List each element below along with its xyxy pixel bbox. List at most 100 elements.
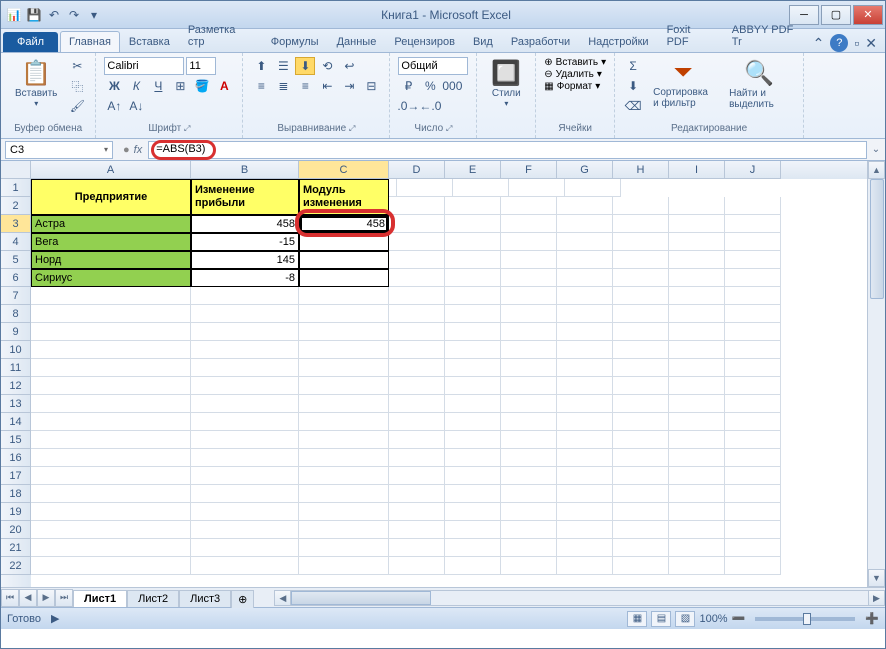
row-header-13[interactable]: 13 [1, 395, 31, 413]
increase-decimal-icon[interactable]: .0→ [398, 97, 418, 115]
cell[interactable] [557, 287, 613, 305]
row-header-7[interactable]: 7 [1, 287, 31, 305]
cell[interactable] [445, 305, 501, 323]
number-dialog-launcher[interactable]: ⤢ [446, 124, 452, 133]
cell[interactable] [389, 395, 445, 413]
cell[interactable] [191, 377, 299, 395]
format-cells-button[interactable]: ▦Формат ▾ [544, 81, 600, 92]
cell[interactable] [613, 395, 669, 413]
tab-insert[interactable]: Вставка [120, 31, 179, 52]
cell[interactable] [389, 377, 445, 395]
cell[interactable] [613, 287, 669, 305]
cell[interactable] [389, 269, 445, 287]
cell[interactable] [191, 359, 299, 377]
align-bottom-icon[interactable]: ⬇ [295, 57, 315, 75]
cell[interactable] [501, 233, 557, 251]
help-icon[interactable]: ? [830, 34, 848, 52]
sheet-last-icon[interactable]: ⏭ [55, 589, 73, 607]
cell[interactable] [557, 233, 613, 251]
copy-icon[interactable]: ⿻ [67, 77, 87, 95]
window-close-icon[interactable]: ✕ [865, 35, 877, 52]
cell[interactable] [389, 431, 445, 449]
cell[interactable] [299, 395, 389, 413]
cell[interactable] [501, 449, 557, 467]
bold-icon[interactable]: Ж [104, 77, 124, 95]
cell[interactable] [669, 413, 725, 431]
cell[interactable] [299, 341, 389, 359]
cell[interactable] [389, 341, 445, 359]
cell[interactable] [299, 557, 389, 575]
cell[interactable] [445, 197, 501, 215]
cell[interactable] [389, 287, 445, 305]
cell[interactable] [501, 557, 557, 575]
cell[interactable]: 458 [191, 215, 299, 233]
row-header-19[interactable]: 19 [1, 503, 31, 521]
tab-formulas[interactable]: Формулы [262, 31, 328, 52]
row-header-8[interactable]: 8 [1, 305, 31, 323]
cell[interactable] [725, 539, 781, 557]
cell[interactable] [445, 341, 501, 359]
cell[interactable] [501, 467, 557, 485]
cell[interactable] [389, 449, 445, 467]
cell[interactable] [725, 449, 781, 467]
cell[interactable] [669, 215, 725, 233]
page-break-view-icon[interactable]: ▧ [675, 611, 695, 627]
align-center-icon[interactable]: ≣ [273, 77, 293, 95]
sheet-prev-icon[interactable]: ◀ [19, 589, 37, 607]
cell[interactable] [445, 323, 501, 341]
cell[interactable] [669, 287, 725, 305]
cell[interactable] [669, 251, 725, 269]
zoom-slider[interactable] [755, 617, 855, 621]
cell[interactable] [725, 269, 781, 287]
cell[interactable] [299, 287, 389, 305]
increase-indent-icon[interactable]: ⇥ [339, 77, 359, 95]
insert-cells-button[interactable]: ⊕Вставить ▾ [544, 57, 606, 68]
row-header-14[interactable]: 14 [1, 413, 31, 431]
cell[interactable] [389, 413, 445, 431]
cell[interactable] [299, 485, 389, 503]
tab-abbyy[interactable]: ABBYY PDF Tr [723, 19, 813, 52]
cell[interactable] [389, 215, 445, 233]
tab-developer[interactable]: Разработчи [502, 31, 579, 52]
cell[interactable] [31, 395, 191, 413]
align-top-icon[interactable]: ⬆ [251, 57, 271, 75]
cell[interactable] [299, 539, 389, 557]
cell[interactable] [557, 485, 613, 503]
cell[interactable] [299, 323, 389, 341]
cell[interactable] [445, 413, 501, 431]
cell[interactable]: -15 [191, 233, 299, 251]
cell[interactable] [299, 251, 389, 269]
redo-icon[interactable]: ↷ [65, 6, 83, 24]
cell[interactable] [31, 341, 191, 359]
cell[interactable] [725, 359, 781, 377]
cell[interactable] [669, 485, 725, 503]
cell[interactable] [501, 269, 557, 287]
row-header-20[interactable]: 20 [1, 521, 31, 539]
cell[interactable] [557, 431, 613, 449]
undo-icon[interactable]: ↶ [45, 6, 63, 24]
sort-filter-button[interactable]: ⏷ Сортировка и фильтр [647, 57, 719, 111]
cell[interactable] [445, 395, 501, 413]
cell[interactable] [299, 431, 389, 449]
cell[interactable] [445, 287, 501, 305]
row-header-2[interactable]: 2 [1, 197, 31, 215]
cell[interactable] [445, 503, 501, 521]
row-header-11[interactable]: 11 [1, 359, 31, 377]
cell[interactable] [669, 395, 725, 413]
cell[interactable]: 145 [191, 251, 299, 269]
align-left-icon[interactable]: ≡ [251, 77, 271, 95]
format-painter-icon[interactable]: 🖌 [67, 97, 87, 115]
cell[interactable] [501, 323, 557, 341]
tab-data[interactable]: Данные [328, 31, 386, 52]
cell[interactable] [725, 341, 781, 359]
cell[interactable] [31, 377, 191, 395]
tab-home[interactable]: Главная [60, 31, 120, 52]
cell[interactable] [613, 377, 669, 395]
cell[interactable] [725, 521, 781, 539]
name-box-dropdown-icon[interactable]: ▾ [104, 145, 108, 154]
cell[interactable] [669, 323, 725, 341]
row-header-4[interactable]: 4 [1, 233, 31, 251]
orientation-icon[interactable]: ⟲ [317, 57, 337, 75]
cell[interactable] [445, 269, 501, 287]
cell[interactable] [31, 305, 191, 323]
